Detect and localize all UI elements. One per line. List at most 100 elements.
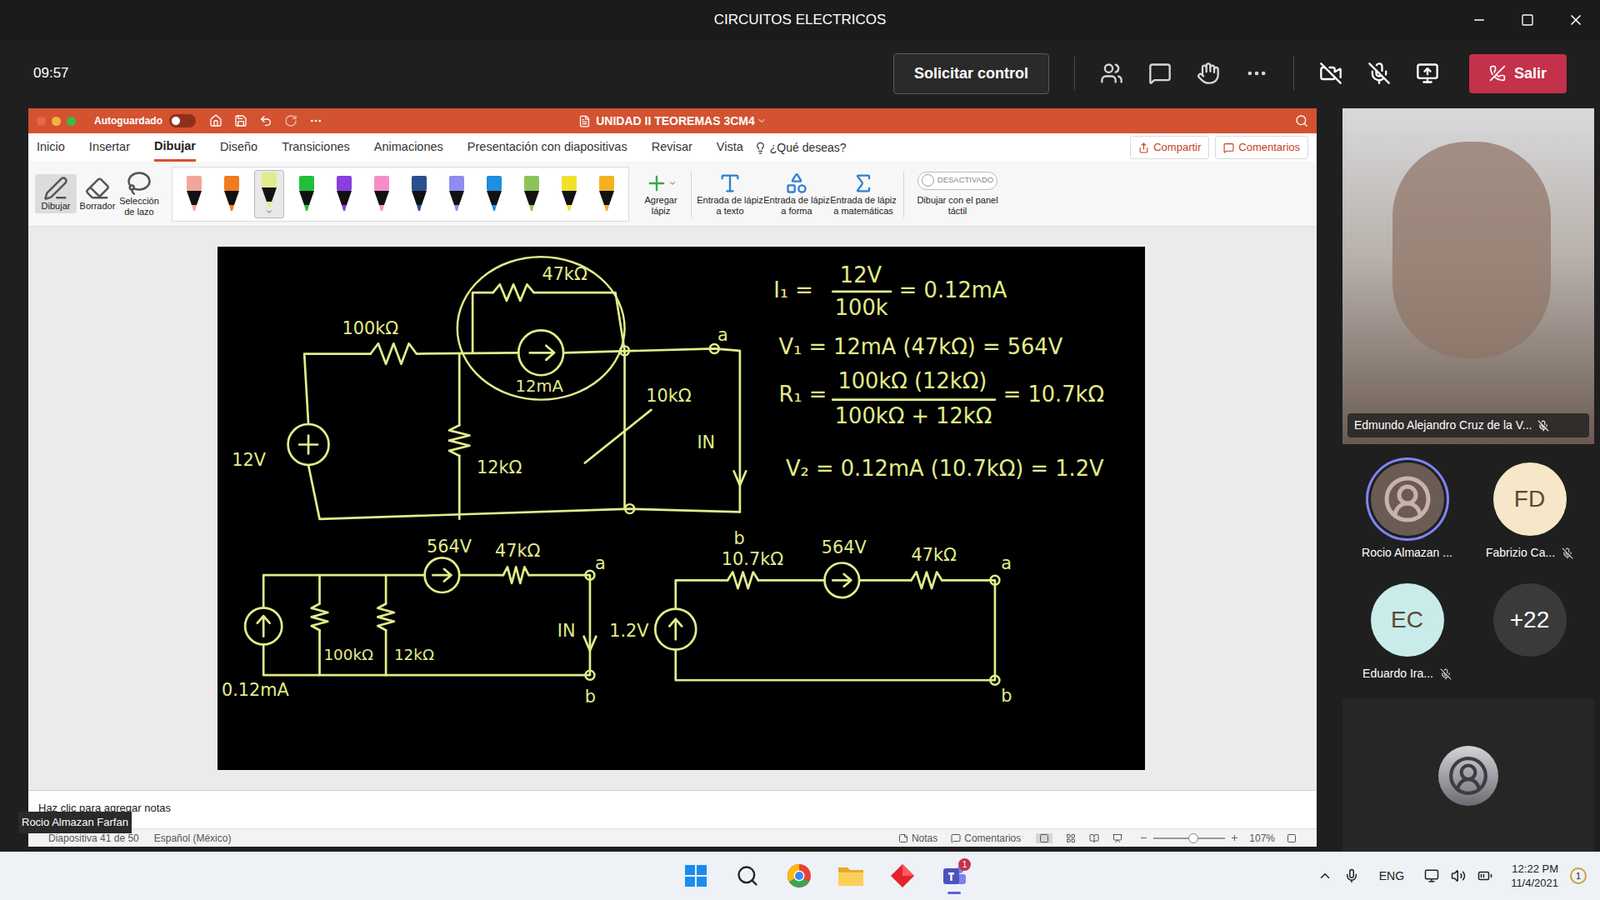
- taskbar-app[interactable]: [834, 857, 868, 895]
- slideshow-icon[interactable]: [1112, 833, 1123, 844]
- participant-tile[interactable]: Rocio Almazan ...: [1345, 462, 1469, 562]
- ribbon-toolbar: DibujarBorradorSelección de lazo Agregar …: [28, 161, 1317, 227]
- reading-view-icon[interactable]: [1089, 833, 1100, 844]
- app-diamond-icon: [890, 863, 915, 889]
- taskbar-app[interactable]: [679, 857, 713, 895]
- request-control-button[interactable]: Solicitar control: [893, 53, 1050, 95]
- ribbon-tab[interactable]: Animaciones: [374, 133, 444, 162]
- participants-icon[interactable]: [1100, 61, 1124, 85]
- pen-button[interactable]: [254, 170, 285, 219]
- ribbon-tab[interactable]: Diseño: [220, 133, 258, 162]
- ribbon-tab[interactable]: Insertar: [89, 133, 130, 162]
- add-pen-button[interactable]: Agregar lápiz: [635, 171, 686, 217]
- restore-button[interactable]: [1503, 13, 1552, 27]
- slide[interactable]: 47kΩ100kΩ12mA10kΩIN12V12kΩab564V47kΩ100k…: [217, 246, 1145, 770]
- notification-badge[interactable]: 1: [1570, 867, 1587, 885]
- taskbar-app[interactable]: [730, 857, 765, 895]
- ribbon-tool[interactable]: Selección de lazo: [118, 169, 160, 220]
- comments-toggle[interactable]: Comentarios: [950, 830, 1021, 846]
- svg-text:V₂ = 0.12mA (10.7kΩ) = 1.2V: V₂ = 0.12mA (10.7kΩ) = 1.2V: [785, 455, 1105, 481]
- search-icon[interactable]: [1295, 114, 1309, 128]
- svg-text:a: a: [595, 553, 606, 574]
- comments-button[interactable]: Comentarios: [1215, 135, 1309, 160]
- mic-in-use-icon[interactable]: [1344, 868, 1360, 884]
- participant-tile[interactable]: +22: [1468, 583, 1591, 683]
- pen-button[interactable]: [554, 170, 585, 219]
- window-title: CIRCUITOS ELECTRICOS: [0, 9, 1600, 31]
- participant-tile[interactable]: ECEduardo Ira...: [1345, 583, 1469, 683]
- ink-action-button[interactable]: Entrada de lápiz a texto: [696, 171, 764, 217]
- svg-text:47kΩ: 47kΩ: [541, 264, 588, 285]
- participant-tile[interactable]: FDFabrizio Ca...: [1468, 462, 1591, 562]
- ribbon-tab[interactable]: Vista: [716, 133, 744, 162]
- svg-text:12V: 12V: [231, 450, 266, 470]
- svg-text:V₁ = 12mA (47kΩ) = 564V: V₁ = 12mA (47kΩ) = 564V: [778, 334, 1063, 360]
- svg-text:a: a: [717, 325, 729, 345]
- zoom-slider[interactable]: [1139, 833, 1240, 843]
- display-icon[interactable]: [1424, 868, 1440, 884]
- ribbon-tab[interactable]: Dibujar: [154, 133, 196, 162]
- pen-icon: [334, 175, 355, 213]
- share-screen-icon[interactable]: [1415, 61, 1440, 85]
- app-badge: 1: [958, 858, 971, 871]
- more-icon[interactable]: [1245, 61, 1269, 85]
- notes-toggle[interactable]: Notas: [898, 830, 938, 846]
- camera-off-icon[interactable]: [1319, 61, 1343, 85]
- chat-icon[interactable]: [1148, 61, 1172, 85]
- ribbon-tab[interactable]: Presentación con diapositivas: [467, 133, 628, 162]
- tell-me[interactable]: ¿Qué deseas?: [754, 139, 847, 157]
- close-button[interactable]: [1551, 11, 1600, 29]
- language: Español (México): [154, 830, 232, 846]
- pen-button[interactable]: [366, 170, 397, 219]
- pen-button[interactable]: [479, 170, 510, 219]
- pen-button[interactable]: [441, 170, 472, 219]
- taskbar-app[interactable]: 1: [937, 857, 971, 895]
- svg-text:12kΩ: 12kΩ: [476, 457, 523, 478]
- ribbon-tab[interactable]: Revisar: [651, 133, 693, 162]
- ink-action-button[interactable]: Entrada de lápiz a matemáticas: [830, 171, 897, 217]
- ink-action-icon: [718, 171, 742, 195]
- svg-text:100kΩ (12kΩ): 100kΩ (12kΩ): [837, 368, 987, 394]
- mic-off-icon: [1537, 420, 1550, 432]
- ribbon-tool[interactable]: Dibujar: [35, 174, 77, 214]
- minimize-button[interactable]: [1455, 12, 1504, 28]
- fit-icon[interactable]: [1286, 833, 1297, 844]
- share-button[interactable]: Compartir: [1130, 135, 1210, 160]
- battery-icon[interactable]: [1477, 868, 1493, 884]
- ribbon-tab[interactable]: Inicio: [36, 133, 65, 162]
- save-icon[interactable]: [234, 114, 248, 128]
- pen-button[interactable]: [516, 170, 547, 219]
- undo-icon[interactable]: [259, 114, 273, 128]
- svg-text:= 0.12mA: = 0.12mA: [899, 277, 1008, 303]
- taskbar-app[interactable]: [782, 857, 816, 895]
- input-language[interactable]: ENG: [1379, 867, 1405, 885]
- redo-icon[interactable]: [284, 114, 298, 128]
- participant-name: Edmundo Alejandro Cruz de la V...: [1347, 413, 1590, 438]
- pen-button[interactable]: [291, 170, 322, 219]
- volume-icon[interactable]: [1450, 868, 1466, 884]
- pen-button[interactable]: [404, 170, 435, 219]
- touch-drawing-control[interactable]: DESACTIVADODibujar con el panel táctil: [910, 171, 1005, 217]
- notes-pane[interactable]: Haz clic para agregar notas: [28, 790, 1317, 829]
- pen-button[interactable]: [329, 170, 360, 219]
- ribbon-tool[interactable]: Borrador: [76, 174, 119, 214]
- sorter-view-icon[interactable]: [1065, 833, 1076, 844]
- home-icon[interactable]: [209, 114, 223, 128]
- autosave-toggle[interactable]: [169, 114, 196, 128]
- clock[interactable]: 12:22 PM11/4/2021: [1510, 861, 1559, 890]
- reactions-icon[interactable]: [1196, 61, 1220, 85]
- ribbon-tab[interactable]: Transiciones: [281, 133, 350, 162]
- pen-button[interactable]: [591, 170, 622, 219]
- taskbar-app[interactable]: [885, 857, 920, 895]
- leave-button[interactable]: Salir: [1469, 54, 1567, 94]
- pen-button[interactable]: [216, 170, 247, 219]
- mic-off-icon[interactable]: [1367, 61, 1391, 85]
- tray-overflow-icon[interactable]: [1317, 868, 1333, 884]
- more-icon[interactable]: [309, 114, 323, 128]
- participants-panel: Edmundo Alejandro Cruz de la V... Rocio A…: [1342, 106, 1595, 852]
- normal-view-icon[interactable]: [1039, 833, 1050, 844]
- pen-button[interactable]: [179, 170, 210, 219]
- ink-action-button[interactable]: Entrada de lápiz a forma: [763, 171, 830, 217]
- chevron-icon: [265, 207, 274, 216]
- svg-text:100k: 100k: [835, 295, 889, 320]
